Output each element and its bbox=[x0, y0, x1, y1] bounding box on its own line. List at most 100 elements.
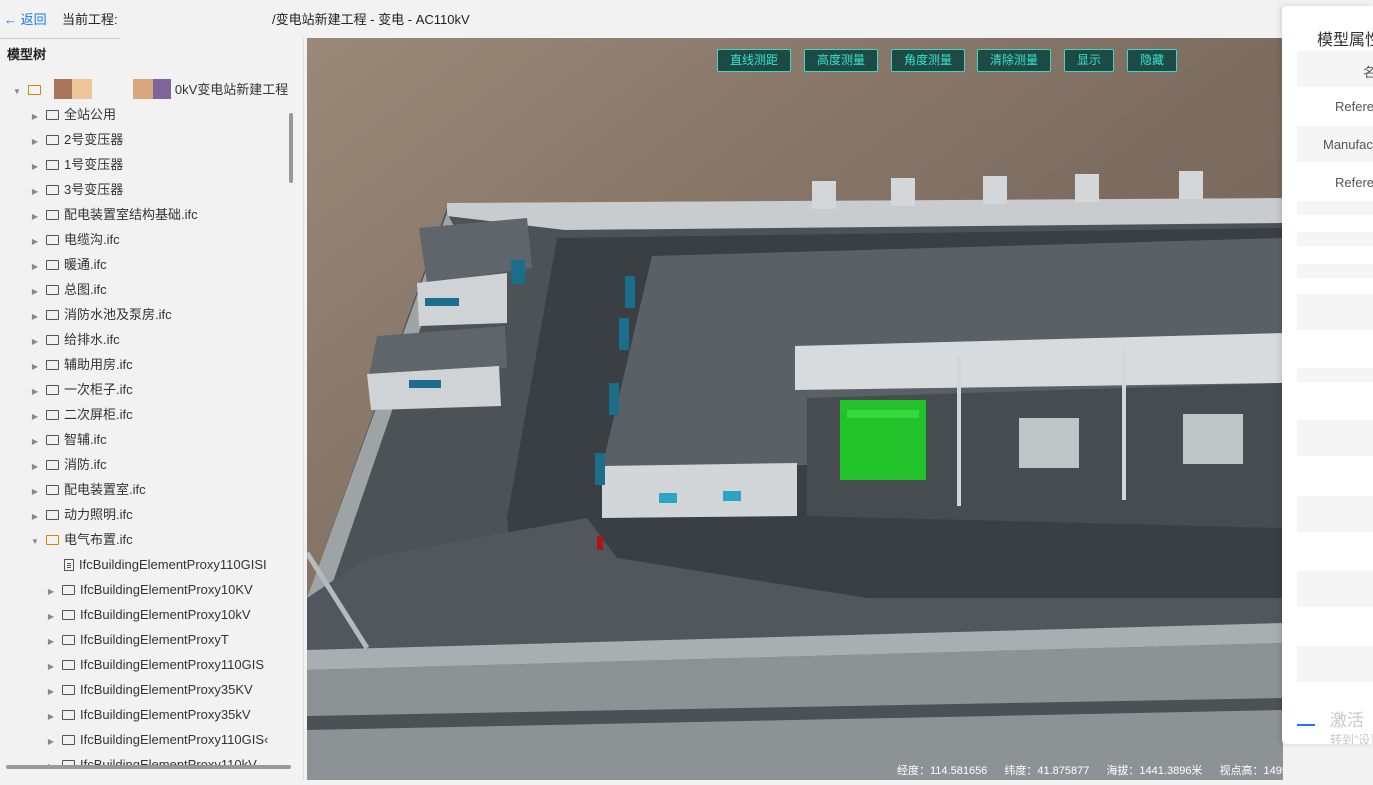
3d-viewport[interactable]: 直线测距 高度测量 角度测量 清除测量 显示 隐藏 经度：114.581656 … bbox=[307, 38, 1283, 780]
tree-item[interactable]: ▶ 消防水池及泵房.ifc bbox=[30, 302, 172, 327]
chevron-right-icon[interactable]: ▶ bbox=[30, 454, 40, 479]
file-icon bbox=[64, 559, 74, 571]
folder-open-icon bbox=[46, 535, 59, 545]
chevron-right-icon[interactable]: ▶ bbox=[46, 729, 56, 754]
folder-icon bbox=[62, 660, 75, 670]
building-window bbox=[619, 318, 629, 350]
tree-item[interactable]: ▶ 1号变压器 bbox=[30, 152, 123, 177]
tree-item-label: 1号变压器 bbox=[64, 157, 124, 172]
tree-item-label: 辅助用房.ifc bbox=[64, 357, 133, 372]
tree-item[interactable]: ▶ 2号变压器 bbox=[30, 127, 123, 152]
property-label: Reference bbox=[1335, 175, 1373, 190]
chevron-right-icon[interactable]: ▶ bbox=[30, 329, 40, 354]
folder-icon bbox=[46, 460, 59, 470]
tree-child-item[interactable]: ▶ IfcBuildingElementProxy110GIS bbox=[46, 652, 264, 677]
transformer-equipment bbox=[1183, 414, 1243, 464]
tree-child-item[interactable]: ▶ IfcBuildingElementProxy35kV bbox=[46, 702, 251, 727]
chevron-right-icon[interactable]: ▶ bbox=[30, 354, 40, 379]
tree-child-item[interactable]: ▶IfcBuildingElementProxy110kV bbox=[46, 752, 257, 766]
folder-icon bbox=[62, 585, 75, 595]
tree-horizontal-scrollbar[interactable] bbox=[6, 765, 291, 769]
chevron-right-icon[interactable]: ▶ bbox=[30, 479, 40, 504]
tree-item-label: 二次屏柜.ifc bbox=[64, 407, 133, 422]
tree-child-item[interactable]: IfcBuildingElementProxy110GISI bbox=[58, 552, 267, 577]
tree-item[interactable]: ▶ 总图.ifc bbox=[30, 277, 107, 302]
tree-item[interactable]: ▶ 给排水.ifc bbox=[30, 327, 120, 352]
current-project-name: /变电站新建工程 - 变电 - AC110kV bbox=[272, 12, 470, 27]
activation-watermark: 激活 bbox=[1330, 711, 1364, 730]
folder-open-icon bbox=[28, 85, 41, 95]
building-window bbox=[723, 491, 741, 501]
tree-child-item[interactable]: ▶ IfcBuildingElementProxy10KV bbox=[46, 577, 253, 602]
model-tree[interactable]: ▼ 0kV变电站新建工程 ▶ 全站公用 ▶ 2号变压器 ▶ 1号变压器 ▶ 3号变压器 … bbox=[0, 76, 292, 766]
tree-item-expanded[interactable]: ▼ 电气布置.ifc bbox=[30, 527, 133, 552]
tree-child-item[interactable]: ▶ IfcBuildingElementProxyT bbox=[46, 627, 229, 652]
hide-button[interactable]: 隐藏 bbox=[1127, 49, 1178, 72]
building-window bbox=[511, 260, 525, 284]
top-bar: ← 返回 当前工程: /变电站新建工程 - 变电 - AC110kV bbox=[0, 0, 1373, 38]
tree-item[interactable]: ▶ 配电装置室.ifc bbox=[30, 477, 146, 502]
property-row: Manufacturer bbox=[1297, 126, 1373, 162]
tree-item[interactable]: ▶ 全站公用 bbox=[30, 102, 116, 127]
chevron-right-icon[interactable]: ▶ bbox=[30, 404, 40, 429]
tree-root-node[interactable]: ▼ 0kV变电站新建工程 bbox=[12, 77, 288, 102]
folder-icon bbox=[46, 310, 59, 320]
tree-item[interactable]: ▶ 暖通.ifc bbox=[30, 252, 107, 277]
chevron-right-icon[interactable]: ▶ bbox=[46, 654, 56, 679]
tree-item[interactable]: ▶ 智辅.ifc bbox=[30, 427, 107, 452]
chevron-right-icon[interactable]: ▶ bbox=[46, 604, 56, 629]
tree-vertical-scrollbar[interactable] bbox=[289, 113, 293, 183]
chevron-right-icon[interactable]: ▶ bbox=[30, 279, 40, 304]
tree-item-label: IfcBuildingElementProxy110GIS‹ bbox=[80, 732, 269, 747]
angle-measure-button[interactable]: 角度测量 bbox=[891, 49, 966, 72]
chevron-right-icon[interactable]: ▶ bbox=[30, 254, 40, 279]
chevron-right-icon[interactable]: ▶ bbox=[30, 129, 40, 154]
chevron-right-icon[interactable]: ▶ bbox=[30, 204, 40, 229]
line-measure-button[interactable]: 直线测距 bbox=[717, 49, 792, 72]
chevron-right-icon[interactable]: ▶ bbox=[46, 679, 56, 704]
clear-measure-button[interactable]: 清除测量 bbox=[977, 49, 1052, 72]
tree-item[interactable]: ▶ 辅助用房.ifc bbox=[30, 352, 133, 377]
tree-child-item[interactable]: ▶ IfcBuildingElementProxy35KV bbox=[46, 677, 253, 702]
building-window bbox=[659, 493, 677, 503]
tree-item-label: 配电装置室结构基础.ifc bbox=[64, 207, 198, 222]
chevron-right-icon[interactable]: ▶ bbox=[30, 504, 40, 529]
tree-child-item[interactable]: ▶ IfcBuildingElementProxy10kV bbox=[46, 602, 251, 627]
tree-item[interactable]: ▶ 3号变压器 bbox=[30, 177, 123, 202]
coordinates-status-bar: 经度：114.581656 纬度：41.875877 海拔：1441.3896米… bbox=[897, 762, 1283, 778]
building-window bbox=[609, 383, 619, 415]
expand-arrow-icon[interactable]: ▼ bbox=[12, 79, 22, 104]
folder-icon bbox=[62, 635, 75, 645]
chevron-right-icon[interactable]: ▶ bbox=[30, 229, 40, 254]
chevron-right-icon[interactable]: ▶ bbox=[30, 429, 40, 454]
chevron-right-icon[interactable]: ▶ bbox=[30, 379, 40, 404]
bay-divider bbox=[1122, 350, 1126, 500]
properties-title: 模型属性 bbox=[1317, 32, 1373, 49]
property-row bbox=[1297, 294, 1373, 330]
tree-item[interactable]: ▶ 一次柜子.ifc bbox=[30, 377, 133, 402]
chevron-right-icon[interactable]: ▶ bbox=[30, 104, 40, 129]
tree-tab-underline bbox=[0, 38, 120, 39]
chevron-right-icon[interactable]: ▶ bbox=[46, 704, 56, 729]
chevron-right-icon[interactable]: ▶ bbox=[30, 179, 40, 204]
height-measure-button[interactable]: 高度测量 bbox=[804, 49, 879, 72]
back-link[interactable]: ← 返回 bbox=[4, 9, 47, 28]
tree-item[interactable]: ▶ 消防.ifc bbox=[30, 452, 107, 477]
chevron-right-icon[interactable]: ▶ bbox=[46, 629, 56, 654]
folder-icon bbox=[46, 260, 59, 270]
tree-item[interactable]: ▶ 动力照明.ifc bbox=[30, 502, 133, 527]
tree-item-label: IfcBuildingElementProxy35kV bbox=[80, 707, 251, 722]
tree-item[interactable]: ▶ 电缆沟.ifc bbox=[30, 227, 120, 252]
tree-item[interactable]: ▶ 二次屏柜.ifc bbox=[30, 402, 133, 427]
tree-item[interactable]: ▶ 配电装置室结构基础.ifc bbox=[30, 202, 198, 227]
show-button[interactable]: 显示 bbox=[1064, 49, 1115, 72]
selected-equipment-highlight bbox=[847, 410, 919, 418]
wall-post bbox=[1075, 174, 1099, 202]
folder-icon bbox=[46, 410, 59, 420]
chevron-right-icon[interactable]: ▶ bbox=[30, 154, 40, 179]
chevron-right-icon[interactable]: ▶ bbox=[30, 304, 40, 329]
expand-arrow-icon[interactable]: ▼ bbox=[30, 529, 40, 554]
tree-item-label: 给排水.ifc bbox=[64, 332, 120, 347]
tree-child-item[interactable]: ▶ IfcBuildingElementProxy110GIS‹ bbox=[46, 727, 268, 752]
chevron-right-icon[interactable]: ▶ bbox=[46, 579, 56, 604]
